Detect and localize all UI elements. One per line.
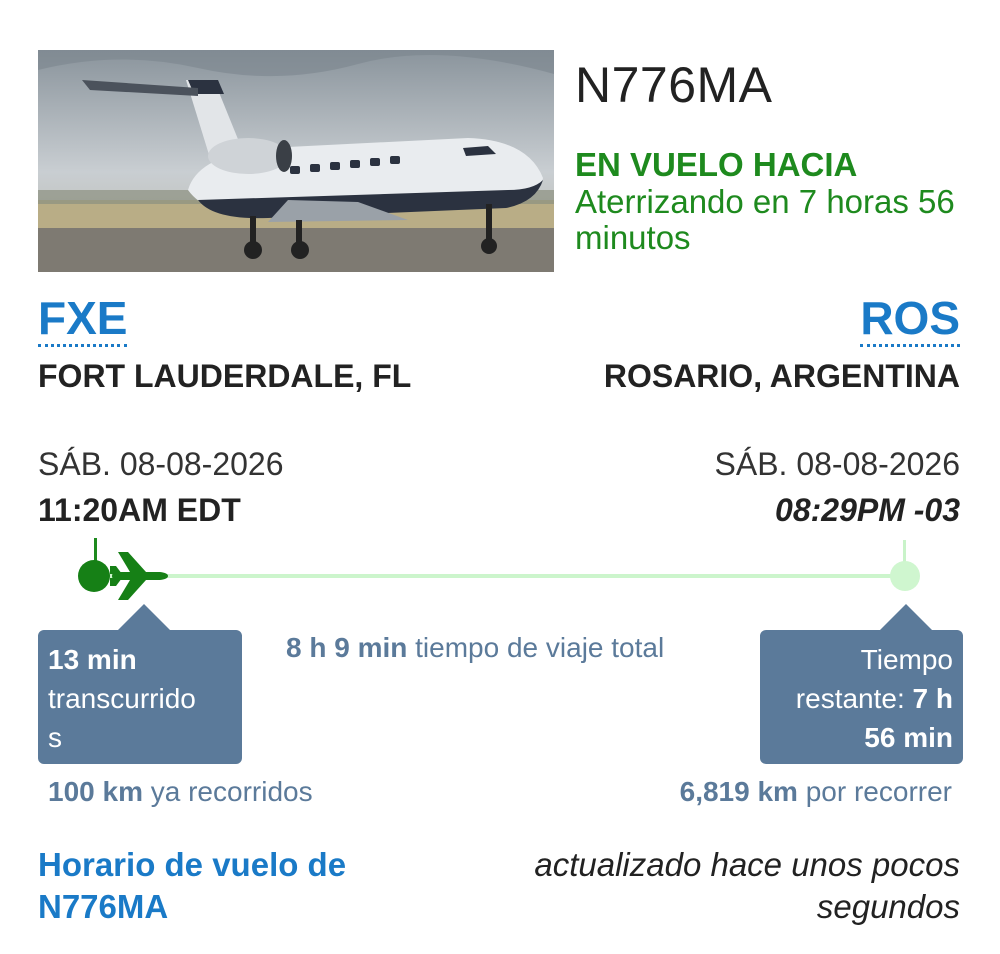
elapsed-box: 13 min transcurrido s bbox=[38, 604, 242, 764]
remaining-box: Tiempo restante: 7 h 56 min bbox=[760, 604, 963, 764]
total-value: 8 h 9 min bbox=[286, 632, 408, 663]
remaining-label-2: restante: bbox=[795, 683, 905, 714]
tail-number: N776MA bbox=[575, 57, 773, 113]
total-travel-time: 8 h 9 min tiempo de viaje total bbox=[286, 632, 664, 664]
destination-time: 08:29PM -03 bbox=[775, 492, 960, 528]
last-updated: actualizado hace unos pocos segundos bbox=[534, 846, 960, 925]
remaining-value-2: 56 min bbox=[864, 722, 953, 753]
destination-date: SÁB. 08-08-2026 bbox=[714, 446, 961, 482]
origin-dot bbox=[78, 560, 110, 592]
origin-date: SÁB. 08-08-2026 bbox=[38, 446, 284, 482]
flight-schedule-link[interactable]: Horario de vuelo de N776MA bbox=[38, 844, 418, 928]
airplane-icon bbox=[108, 548, 170, 604]
aircraft-photo bbox=[38, 50, 554, 272]
origin-code-link[interactable]: FXE bbox=[38, 294, 128, 347]
flight-status: EN VUELO HACIA bbox=[575, 146, 858, 183]
destination-city: ROSARIO, ARGENTINA bbox=[603, 358, 960, 394]
total-label: tiempo de viaje total bbox=[415, 632, 665, 663]
distance-left: 6,819 km por recorrer bbox=[680, 776, 952, 808]
elapsed-value: 13 min bbox=[48, 644, 137, 675]
distance-done-value: 100 km bbox=[48, 776, 143, 807]
progress-track bbox=[94, 574, 906, 578]
distance-done: 100 km ya recorridos bbox=[48, 776, 313, 808]
origin-city: FORT LAUDERDALE, FL bbox=[38, 358, 412, 394]
destination-code-link[interactable]: ROS bbox=[860, 294, 960, 347]
distance-left-label: por recorrer bbox=[805, 776, 952, 807]
elapsed-suffix: s bbox=[48, 722, 62, 753]
destination-dot bbox=[890, 561, 920, 591]
remaining-value-1: 7 h bbox=[912, 683, 953, 714]
eta-text: Aterrizando en 7 horas 56 minutos bbox=[575, 183, 955, 256]
remaining-label-1: Tiempo bbox=[860, 644, 953, 675]
distance-done-label: ya recorridos bbox=[150, 776, 313, 807]
distance-left-value: 6,819 km bbox=[679, 776, 798, 807]
elapsed-label: transcurrido bbox=[48, 683, 196, 714]
origin-time: 11:20AM EDT bbox=[38, 492, 241, 528]
